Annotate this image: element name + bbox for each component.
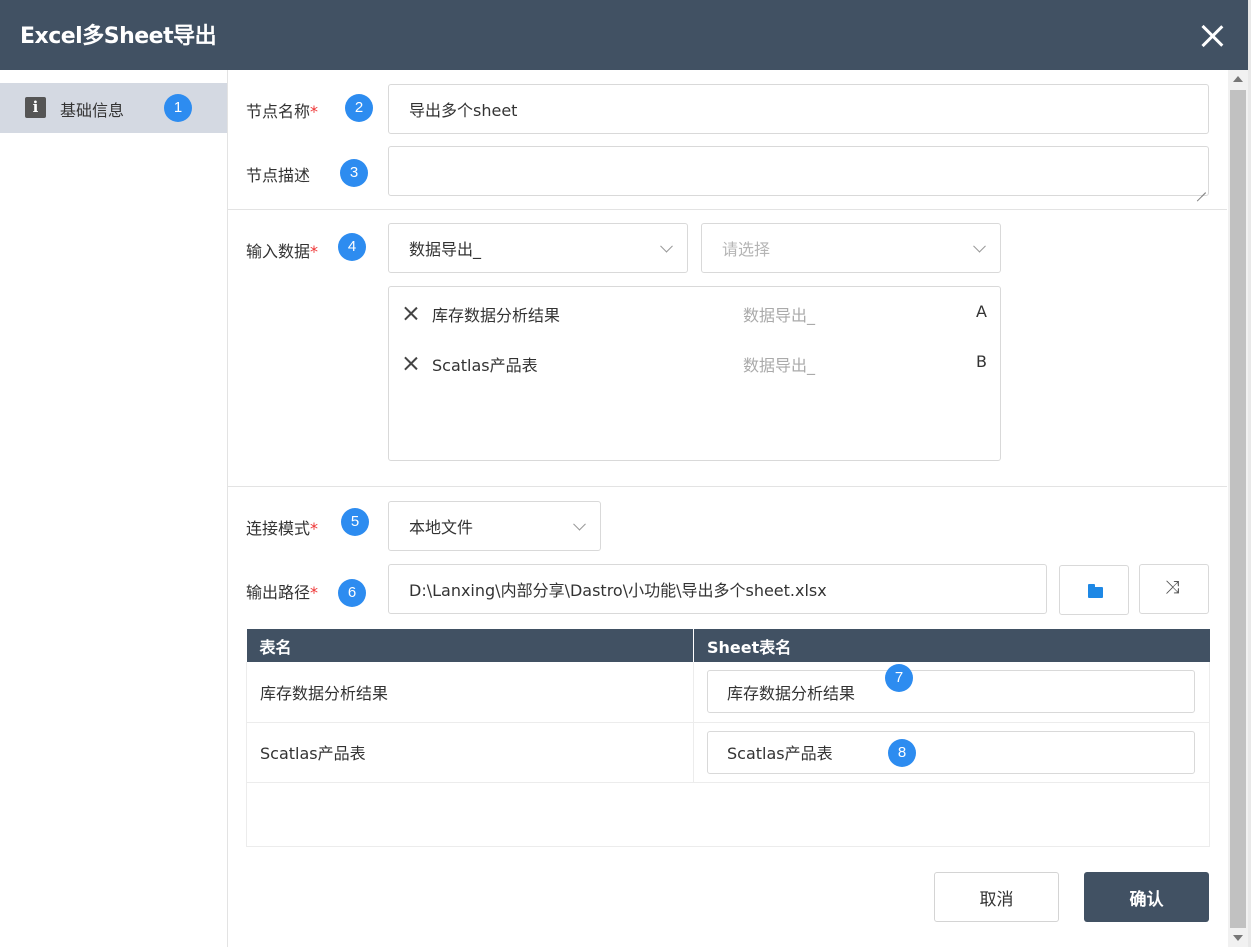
remove-item-icon[interactable] <box>403 355 419 371</box>
input-data-label-text: 输入数据 <box>246 242 311 261</box>
step-badge: 8 <box>888 738 916 767</box>
node-name-value: 导出多个sheet <box>409 101 518 120</box>
empty-cell <box>246 782 1210 847</box>
node-name-label-text: 节点名称 <box>246 102 311 121</box>
output-path-input[interactable]: D:\Lanxing\内部分享\Dastro\小功能\导出多个sheet.xls… <box>388 564 1047 614</box>
step-badge: 5 <box>341 508 369 536</box>
sheet-name-input[interactable]: 库存数据分析结果 <box>707 670 1195 713</box>
list-item-key: A <box>976 302 987 321</box>
sheet-mapping-table: 表名 Sheet表名 库存数据分析结果 库存数据分析结果 7 Scatlas产品… <box>246 629 1210 847</box>
list-item-source: 数据导出_ <box>743 356 816 375</box>
step-badge: 1 <box>164 94 192 122</box>
required-mark: * <box>310 583 319 602</box>
required-mark: * <box>310 102 319 121</box>
step-badge: 3 <box>340 159 368 187</box>
remove-item-icon[interactable] <box>403 305 419 321</box>
output-path-label-text: 输出路径 <box>246 583 311 602</box>
step-badge: 2 <box>345 94 373 122</box>
sheet-name-cell: 库存数据分析结果 7 <box>693 662 1210 723</box>
input-data-list: 库存数据分析结果 数据导出_ A Scatlas产品表 数据导出_ B <box>388 286 1001 461</box>
shuffle-icon: ⤨ <box>1165 577 1180 598</box>
table-name-cell: 库存数据分析结果 <box>246 662 694 723</box>
chevron-down-icon <box>573 517 586 531</box>
cancel-button[interactable]: 取消 <box>934 872 1059 922</box>
sheet-name-value: 库存数据分析结果 <box>727 683 856 703</box>
output-path-label: 输出路径* <box>246 579 318 603</box>
sheet-name-cell: Scatlas产品表 8 <box>693 722 1210 783</box>
input-data-select-value: 数据导出_ <box>409 240 482 259</box>
connect-mode-value: 本地文件 <box>409 518 474 537</box>
connect-mode-label-text: 连接模式 <box>246 519 311 538</box>
column-header-sheet-name: Sheet表名 <box>693 629 1210 662</box>
resize-handle-icon[interactable] <box>1196 183 1206 193</box>
list-item-key: B <box>976 352 987 371</box>
node-desc-label: 节点描述 <box>246 166 311 185</box>
list-item: Scatlas产品表 数据导出_ B <box>389 349 1000 379</box>
input-data-select[interactable]: 数据导出_ <box>388 223 688 273</box>
table-name-cell: Scatlas产品表 <box>246 722 694 783</box>
chevron-down-icon <box>660 239 673 253</box>
section-divider <box>228 486 1227 487</box>
table-row: Scatlas产品表 Scatlas产品表 8 <box>246 722 1210 783</box>
column-header-table-name: 表名 <box>246 629 694 662</box>
select-placeholder: 请选择 <box>722 240 771 259</box>
table-header-row: 表名 Sheet表名 <box>246 629 1210 662</box>
node-name-label: 节点名称* <box>246 98 318 122</box>
step-badge: 6 <box>338 579 366 607</box>
step-badge: 7 <box>885 664 913 692</box>
required-mark: * <box>310 242 319 261</box>
step-badge: 4 <box>338 233 366 261</box>
scrollbar[interactable] <box>1228 70 1248 947</box>
sidebar-item-label: 基础信息 <box>60 101 125 120</box>
scroll-down-icon[interactable] <box>1233 935 1243 941</box>
sheet-name-value: Scatlas产品表 <box>727 744 833 763</box>
scrollbar-thumb[interactable] <box>1230 90 1246 928</box>
scroll-up-icon[interactable] <box>1233 76 1243 82</box>
confirm-button[interactable]: 确认 <box>1084 872 1209 922</box>
info-icon: i <box>25 97 46 118</box>
sheet-name-input[interactable]: Scatlas产品表 <box>707 730 1195 774</box>
table-row: 库存数据分析结果 库存数据分析结果 7 <box>246 662 1210 723</box>
chevron-down-icon <box>973 239 986 253</box>
dialog-title: Excel多Sheet导出 <box>20 24 217 49</box>
input-data-select-secondary[interactable]: 请选择 <box>701 223 1001 273</box>
dialog-header: Excel多Sheet导出 <box>0 0 1251 70</box>
close-icon[interactable] <box>1196 20 1228 52</box>
connect-mode-label: 连接模式* <box>246 515 318 539</box>
required-mark: * <box>310 519 319 538</box>
sidebar: i 基础信息 1 <box>0 70 228 947</box>
connect-mode-select[interactable]: 本地文件 <box>388 501 601 551</box>
sidebar-item-basic-info[interactable]: i 基础信息 1 <box>0 83 227 133</box>
browse-folder-button[interactable] <box>1059 565 1129 615</box>
section-divider <box>228 209 1227 210</box>
output-path-value: D:\Lanxing\内部分享\Dastro\小功能\导出多个sheet.xls… <box>409 581 827 600</box>
folder-open-icon <box>1088 584 1103 598</box>
node-name-input[interactable]: 导出多个sheet <box>388 84 1209 134</box>
shuffle-button[interactable]: ⤨ <box>1139 564 1209 614</box>
node-desc-textarea[interactable] <box>388 146 1209 196</box>
list-item-source: 数据导出_ <box>743 306 816 325</box>
list-item: 库存数据分析结果 数据导出_ A <box>389 299 1000 329</box>
input-data-label: 输入数据* <box>246 238 318 262</box>
list-item-name: Scatlas产品表 <box>432 356 538 375</box>
list-item-name: 库存数据分析结果 <box>432 306 561 325</box>
table-empty-row <box>246 782 1210 847</box>
